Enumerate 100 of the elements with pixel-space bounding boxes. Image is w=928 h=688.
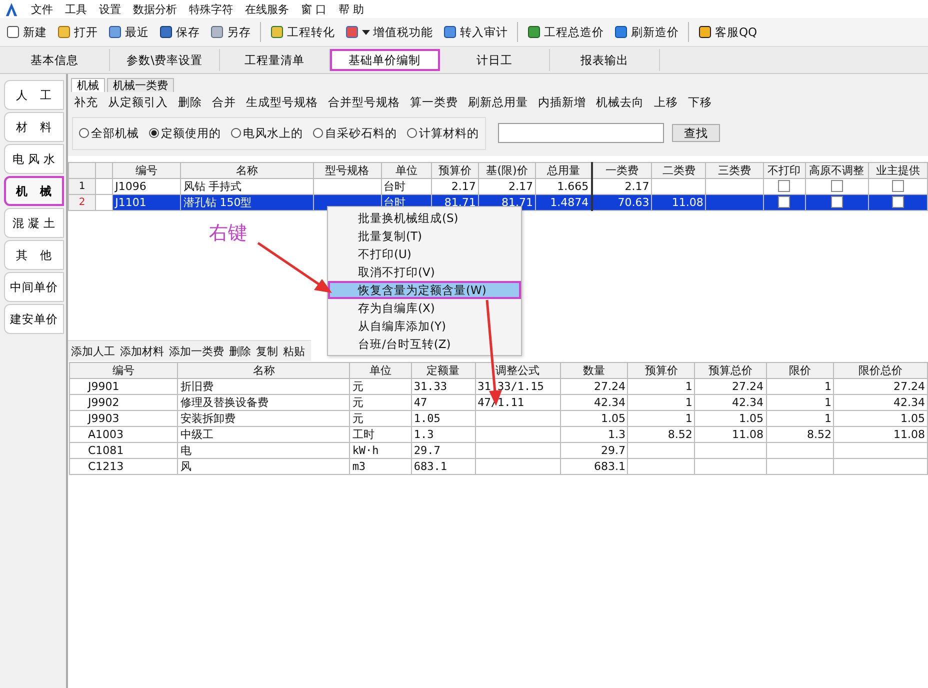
toolbar-button[interactable]: 新建 <box>2 22 51 42</box>
side-tab[interactable]: 电 风 水 <box>4 144 64 174</box>
table-cell: 29.7 <box>411 442 476 458</box>
toolbar-button[interactable]: 删除 <box>176 94 204 110</box>
side-tab[interactable]: 建安单价 <box>4 304 64 334</box>
checkbox[interactable] <box>778 196 790 208</box>
toolbar-button[interactable]: 转入审计 <box>439 22 512 42</box>
column-header: 限价总价 <box>834 362 928 378</box>
toolbar-button[interactable]: 合并型号规格 <box>326 94 402 110</box>
table-cell: 1.3 <box>560 426 628 442</box>
sub-tab[interactable]: 机械 <box>71 78 105 92</box>
checkbox[interactable] <box>892 180 904 192</box>
menu-item[interactable]: 台班/台时互转(Z) <box>328 335 521 353</box>
menu-item[interactable]: 文件 <box>31 2 53 16</box>
toolbar-icon <box>345 25 359 39</box>
table-cell <box>766 442 834 458</box>
radio-option[interactable]: 全部机械 <box>79 126 139 140</box>
checkbox[interactable] <box>830 196 843 208</box>
menu-item[interactable]: 在线服务 <box>245 2 289 16</box>
search-button[interactable]: 查找 <box>672 124 720 142</box>
column-header: 调整公式 <box>475 362 560 378</box>
toolbar-button[interactable]: 刷新总用量 <box>466 94 530 110</box>
checkbox[interactable] <box>778 180 790 192</box>
main-tab[interactable]: 基础单价编制 <box>330 49 440 71</box>
column-header: 编号 <box>112 162 181 178</box>
menu-item[interactable]: 存为自编库(X) <box>328 299 521 317</box>
table-cell: 安装拆卸费 <box>178 410 350 426</box>
toolbar-button[interactable]: 下移 <box>686 94 714 110</box>
toolbar-button[interactable]: 保存 <box>155 22 204 42</box>
toolbar-button[interactable]: 添加材料 <box>118 344 166 358</box>
menu-item[interactable]: 批量复制(T) <box>328 227 521 245</box>
column-header: 三类费 <box>706 162 764 178</box>
menu-item[interactable]: 特殊字符 <box>189 2 233 16</box>
menu-item[interactable]: 数据分析 <box>133 2 177 16</box>
menu-item[interactable]: 取消不打印(V) <box>328 263 521 281</box>
toolbar-button[interactable]: 补充 <box>72 94 100 110</box>
row-number: 1 <box>68 178 96 194</box>
checkbox[interactable] <box>830 180 843 192</box>
side-tab[interactable]: 人 工 <box>4 80 64 110</box>
radio-option[interactable]: 计算材料的 <box>407 126 479 140</box>
toolbar-button[interactable]: 最近 <box>104 22 153 42</box>
table-cell: J9903 <box>70 410 178 426</box>
radio-option[interactable]: 定额使用的 <box>149 126 221 140</box>
checkbox[interactable] <box>892 196 904 208</box>
menu-item[interactable]: 工具 <box>65 2 87 16</box>
toolbar-button[interactable]: 增值税功能 <box>341 22 437 42</box>
toolbar-button[interactable]: 生成型号规格 <box>244 94 320 110</box>
table-cell: 8.52 <box>628 426 695 442</box>
toolbar-button[interactable]: 添加人工 <box>69 344 117 358</box>
table-cell: 11.08 <box>834 426 928 442</box>
toolbar-button[interactable]: 合并 <box>210 94 238 110</box>
table-cell: 潜孔钻 150型 <box>180 194 314 210</box>
toolbar-icon <box>57 25 71 39</box>
table-cell: 元 <box>350 410 412 426</box>
side-tab[interactable]: 其 他 <box>4 240 64 270</box>
toolbar-button[interactable]: 客服QQ <box>694 22 762 42</box>
table-cell <box>628 458 695 474</box>
toolbar-button[interactable]: 删除 <box>227 344 253 358</box>
menu-item[interactable]: 不打印(U) <box>328 245 521 263</box>
table-cell: 42.34 <box>694 394 766 410</box>
table-cell <box>628 442 695 458</box>
table-cell: 11.08 <box>652 194 706 210</box>
toolbar-button[interactable]: 上移 <box>652 94 680 110</box>
table-cell: A1003 <box>70 426 178 442</box>
side-tab[interactable]: 中间单价 <box>4 272 64 302</box>
menu-item[interactable]: 从自编库添加(Y) <box>328 317 521 335</box>
column-header: 预算总价 <box>694 362 766 378</box>
table-cell: 1 <box>766 378 834 394</box>
toolbar-button[interactable]: 机械去向 <box>594 94 646 110</box>
toolbar-button[interactable]: 另存 <box>206 22 255 42</box>
side-tab[interactable]: 材 料 <box>4 112 64 142</box>
toolbar-button[interactable]: 内插新增 <box>536 94 588 110</box>
table-cell: 29.7 <box>560 442 628 458</box>
menu-item[interactable]: 窗 口 <box>301 2 326 16</box>
side-tab[interactable]: 机 械 <box>4 176 64 206</box>
toolbar-button[interactable]: 复制 <box>254 344 280 358</box>
toolbar-button[interactable]: 从定额引入 <box>106 94 170 110</box>
radio-option[interactable]: 电风水上的 <box>231 126 303 140</box>
table-cell: 8.52 <box>766 426 834 442</box>
column-header: 一类费 <box>592 162 652 178</box>
radio-option[interactable]: 自采砂石料的 <box>313 126 397 140</box>
toolbar-button[interactable]: 工程总造价 <box>523 22 608 42</box>
toolbar-button[interactable]: 工程转化 <box>266 22 339 42</box>
toolbar-button[interactable]: 粘贴 <box>281 344 307 358</box>
table-cell: kW·h <box>350 442 412 458</box>
menu-item[interactable]: 帮 助 <box>338 2 364 16</box>
toolbar-button[interactable]: 添加一类费 <box>167 344 226 358</box>
toolbar-button[interactable]: 算一类费 <box>408 94 460 110</box>
table-cell: 27.24 <box>560 378 628 394</box>
column-header: 总用量 <box>536 162 592 178</box>
table-cell: 27.24 <box>834 378 928 394</box>
side-tab[interactable]: 混 凝 土 <box>4 208 64 238</box>
menu-item[interactable]: 批量换机械组成(S) <box>328 209 521 227</box>
toolbar-button[interactable]: 打开 <box>53 22 102 42</box>
menu-item[interactable]: 设置 <box>99 2 121 16</box>
menu-item[interactable]: 恢复含量为定额含量(W) <box>328 281 521 299</box>
toolbar-button[interactable]: 刷新造价 <box>610 22 683 42</box>
table-cell: 中级工 <box>178 426 350 442</box>
search-field[interactable] <box>498 123 664 143</box>
sub-tab[interactable]: 机械一类费 <box>107 78 174 92</box>
